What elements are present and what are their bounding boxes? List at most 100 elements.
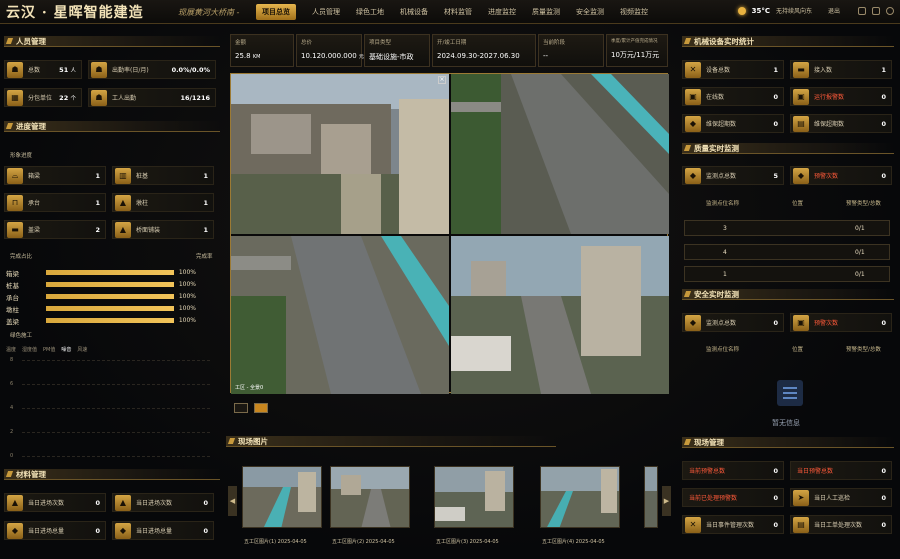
machinery-title: 机械设备实时统计 <box>682 36 894 47</box>
site-image-4[interactable] <box>540 466 620 528</box>
nav-quality[interactable]: 质量监测 <box>532 4 560 20</box>
maintenance-icon: ◆ <box>685 115 701 132</box>
y-tick: 4 <box>10 405 14 411</box>
project-subtitle: 现展黄河大桥南 - <box>178 8 240 17</box>
card-deck: ▲ 桥面铺装 1 <box>112 220 214 239</box>
finish-rate-label: 完成率 <box>196 254 213 260</box>
eye-icon[interactable] <box>886 6 894 15</box>
bar-fill <box>46 306 174 311</box>
image-caption: 五工区图片(4) 2025-04-05 <box>542 539 605 545</box>
truck-icon: ▲ <box>115 494 131 511</box>
camera-feed-2[interactable] <box>451 74 669 234</box>
y-tick: 2 <box>10 429 14 435</box>
temperature: 35°C <box>751 6 770 15</box>
card-maint-overdue-2: ▤ 维保超期数 0 <box>790 114 892 133</box>
carousel-prev-button[interactable]: ◀ <box>228 486 237 516</box>
card-attendance-rate: ☗ 出勤率(日/月) 0.0%/0.0% <box>88 60 216 79</box>
quad-view-button[interactable] <box>254 403 268 413</box>
site-image-5[interactable] <box>644 466 658 528</box>
image-carousel: ◀ ▶ 五工区图片(1) 2025-04-05 五工区图片(2) 2025-04… <box>226 456 674 546</box>
camera-label: 工区 - 全景0 <box>235 385 264 391</box>
carousel-next-button[interactable]: ▶ <box>662 486 671 516</box>
nav-machinery[interactable]: 机械设备 <box>400 4 428 20</box>
bar-fill <box>46 318 174 323</box>
grid-line <box>22 456 210 457</box>
material-title: 材料管理 <box>4 469 220 480</box>
tab-wind[interactable]: 风速 <box>77 346 87 353</box>
card-run-alarm: ▣ 运行报警数 0 <box>790 87 892 106</box>
people-title: 人员管理 <box>4 36 220 47</box>
top-nav: 项目总览 人员管理 绿色工地 机械设备 材料监管 进度监控 质量监测 安全监测 … <box>256 4 664 20</box>
tab-humidity[interactable]: 湿度值 <box>22 346 37 353</box>
site-image-3[interactable] <box>434 466 514 528</box>
progress-title: 进度管理 <box>4 121 220 132</box>
col-point-name: 监测点位名称 <box>706 201 740 207</box>
pile-icon: ▥ <box>115 167 131 184</box>
thumbnail <box>541 467 619 527</box>
progress-bar-row: 墩柱 100% <box>6 304 196 314</box>
card-cap-beam: ▬ 盖梁 2 <box>4 220 106 239</box>
site-image-1[interactable] <box>242 466 322 528</box>
site-title: 现场管理 <box>682 437 894 448</box>
stat-length: 金额 25.8 KM <box>230 34 294 67</box>
bar-track <box>46 282 174 287</box>
close-icon[interactable]: × <box>438 76 446 84</box>
camera-image <box>231 236 449 394</box>
card-safety-alerts: ▣ 预警次数 0 <box>790 313 892 332</box>
sun-icon <box>737 6 746 15</box>
single-view-button[interactable] <box>234 403 248 413</box>
tab-temperature[interactable]: 温度 <box>6 346 16 353</box>
tab-noise[interactable]: 噪音 <box>61 346 71 353</box>
wrench-icon: ✕ <box>685 61 701 78</box>
bar-label: 盖梁 <box>6 317 19 326</box>
progress-bar-row: 箱梁 100% <box>6 268 196 278</box>
card-device-total: ✕ 设备总数 1 <box>682 60 784 79</box>
card-online: ▣ 在线数 0 <box>682 87 784 106</box>
col-alert-type: 预警类型/总数 <box>846 201 881 207</box>
table-row[interactable]: 4 0/1 <box>684 244 890 260</box>
camera-feed-4[interactable] <box>451 236 669 394</box>
box-icon: ◆ <box>7 522 23 539</box>
camera-image <box>451 236 669 394</box>
cap-icon: ⊓ <box>7 194 23 211</box>
header-right: 35°C 无持续风向东 退出 <box>737 6 894 15</box>
bar-fill <box>46 294 174 299</box>
thumbnail <box>435 467 513 527</box>
card-entry-total: ◆ 当日进场总量 0 <box>4 521 106 540</box>
bar-track <box>46 270 174 275</box>
card-current-alarms: 当前预警总数 0 <box>682 461 784 480</box>
bar-value: 100% <box>178 317 196 324</box>
camera-feed-1[interactable]: × <box>231 74 449 234</box>
card-cap: ⊓ 承台 1 <box>4 193 106 212</box>
tab-pm[interactable]: PM值 <box>43 346 55 353</box>
table-row[interactable]: 1 0/1 <box>684 266 890 282</box>
y-tick: 6 <box>10 381 14 387</box>
image-caption: 五工区图片(1) 2025-04-05 <box>244 539 307 545</box>
nav-progress[interactable]: 进度监控 <box>488 4 516 20</box>
weather-text: 无持续风向东 <box>775 8 812 15</box>
alert-icon: ▣ <box>793 314 809 331</box>
nav-personnel[interactable]: 人员管理 <box>312 4 340 20</box>
person-icon: ☗ <box>91 61 107 78</box>
site-image-2[interactable] <box>330 466 410 528</box>
card-subcontractors: ▦ 分包单位 22 个 <box>4 88 82 107</box>
card-maint-overdue: ◆ 维保超期数 0 <box>682 114 784 133</box>
nav-video[interactable]: 视频监控 <box>620 4 648 20</box>
table-row[interactable]: 3 0/1 <box>684 220 890 236</box>
nav-green-site[interactable]: 绿色工地 <box>356 4 384 20</box>
maintenance-icon: ▤ <box>793 115 809 132</box>
progress-bar-row: 桩基 100% <box>6 280 196 290</box>
home-icon[interactable] <box>858 6 866 15</box>
nav-material[interactable]: 材料监管 <box>444 4 472 20</box>
camera-feed-3[interactable]: 工区 - 全景0 <box>231 236 449 394</box>
logout-link[interactable]: 退出 <box>828 6 840 15</box>
image-caption: 五工区图片(2) 2025-04-05 <box>332 539 395 545</box>
header: 云汉 · 星晖智能建造 现展黄河大桥南 - 项目总览 人员管理 绿色工地 机械设… <box>0 0 900 24</box>
truck-icon: ▲ <box>7 494 23 511</box>
fullscreen-icon[interactable] <box>872 6 880 15</box>
nav-safety[interactable]: 安全监测 <box>576 4 604 20</box>
col-position: 位置 <box>792 201 804 207</box>
box-icon: ◆ <box>115 522 131 539</box>
bar-track <box>46 306 174 311</box>
nav-overview[interactable]: 项目总览 <box>256 4 296 20</box>
